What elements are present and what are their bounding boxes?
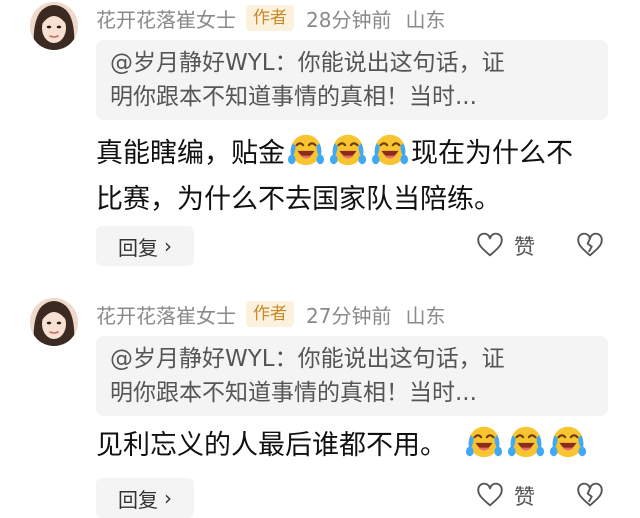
quote-line: @岁月静好WYL：你能说出这句话，证 bbox=[110, 50, 505, 76]
comment-text-segment: 现在为什么不 bbox=[411, 138, 573, 169]
face-with-tears-of-joy-icon bbox=[371, 130, 409, 168]
comment-meta: 花开花落崔女士 作者 28分钟前 山东 bbox=[96, 4, 445, 32]
dislike-button[interactable] bbox=[576, 228, 604, 264]
face-with-tears-of-joy-icon bbox=[287, 130, 325, 168]
author-name[interactable]: 花开花落崔女士 bbox=[96, 4, 236, 33]
quote-line: 明你跟本不知道事情的真相！当时... bbox=[110, 84, 477, 110]
reply-button[interactable]: 回复 › bbox=[96, 478, 194, 518]
author-name[interactable]: 花开花落崔女士 bbox=[96, 300, 236, 329]
face-with-tears-of-joy-icon bbox=[329, 130, 367, 168]
heart-icon bbox=[476, 482, 504, 510]
reply-label: 回复 bbox=[118, 235, 158, 260]
broken-heart-icon bbox=[576, 482, 604, 510]
chevron-right-icon: › bbox=[164, 234, 172, 258]
face-with-tears-of-joy-icon bbox=[549, 422, 587, 460]
avatar[interactable] bbox=[30, 298, 78, 346]
quote-line: 明你跟本不知道事情的真相！当时... bbox=[110, 380, 477, 406]
quote-line: @岁月静好WYL：你能说出这句话，证 bbox=[110, 346, 505, 372]
quoted-comment[interactable]: @岁月静好WYL：你能说出这句话，证 明你跟本不知道事情的真相！当时... bbox=[96, 40, 608, 120]
comment-text-segment: 真能瞎编，贴金 bbox=[96, 138, 285, 169]
dislike-button[interactable] bbox=[576, 478, 604, 514]
comment-item: 花开花落崔女士 作者 28分钟前 山东 @岁月静好WYL：你能说出这句话，证 明… bbox=[0, 0, 640, 270]
face-with-tears-of-joy-icon bbox=[465, 422, 503, 460]
heart-icon bbox=[476, 232, 504, 260]
broken-heart-icon bbox=[576, 232, 604, 260]
like-label: 赞 bbox=[514, 485, 535, 509]
comment-text-segment: 见利忘义的人最后谁都不用。 bbox=[96, 430, 447, 461]
comment-location: 山东 bbox=[405, 303, 446, 328]
comment-location: 山东 bbox=[405, 7, 446, 32]
like-button[interactable]: 赞 bbox=[476, 478, 535, 514]
like-button[interactable]: 赞 bbox=[476, 228, 535, 264]
author-badge: 作者 bbox=[246, 5, 294, 31]
reply-button[interactable]: 回复 › bbox=[96, 226, 194, 266]
quoted-comment[interactable]: @岁月静好WYL：你能说出这句话，证 明你跟本不知道事情的真相！当时... bbox=[96, 336, 608, 416]
avatar[interactable] bbox=[30, 2, 78, 50]
comment-text: 见利忘义的人最后谁都不用。 bbox=[96, 422, 616, 469]
comment-text: 真能瞎编，贴金 现在为什么不 比赛，为什么不去国家队当陪练。 bbox=[96, 130, 616, 223]
comment-meta: 花开花落崔女士 作者 27分钟前 山东 bbox=[96, 300, 445, 328]
reply-label: 回复 bbox=[118, 487, 158, 512]
author-badge: 作者 bbox=[246, 301, 294, 327]
face-with-tears-of-joy-icon bbox=[507, 422, 545, 460]
comment-item: 花开花落崔女士 作者 27分钟前 山东 @岁月静好WYL：你能说出这句话，证 明… bbox=[0, 296, 640, 518]
comment-time: 28分钟前 bbox=[306, 7, 392, 32]
comment-time: 27分钟前 bbox=[306, 303, 392, 328]
comment-text-line: 比赛，为什么不去国家队当陪练。 bbox=[96, 184, 501, 215]
chevron-right-icon: › bbox=[164, 486, 172, 510]
like-label: 赞 bbox=[514, 235, 535, 259]
